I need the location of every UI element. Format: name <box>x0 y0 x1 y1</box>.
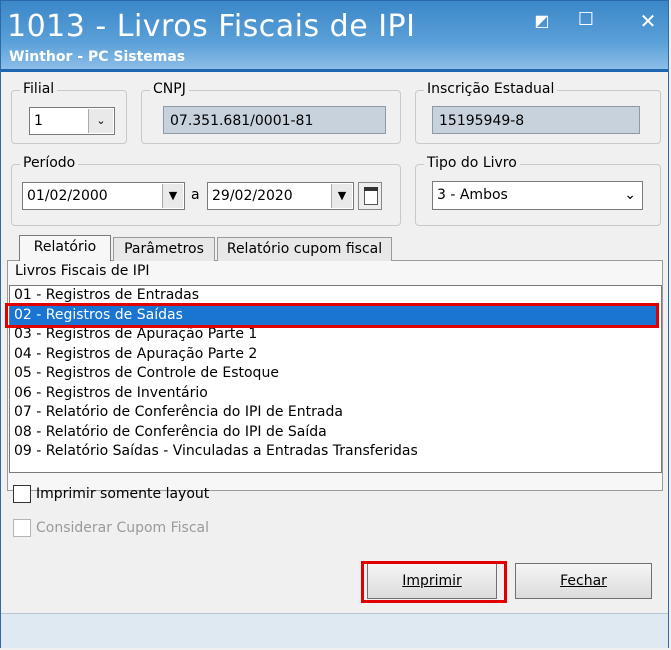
window-title: 1013 - Livros Fiscais de IPI <box>7 9 416 44</box>
tab-relatorio-cupom-fiscal[interactable]: Relatório cupom fiscal <box>217 237 392 261</box>
cnpj-label: CNPJ <box>150 81 189 97</box>
list-item[interactable]: 07 - Relatório de Conferência do IPI de … <box>10 403 659 423</box>
considerar-cupom-label: Considerar Cupom Fiscal <box>36 520 210 536</box>
checkbox-icon[interactable] <box>13 485 31 503</box>
chevron-down-icon[interactable]: ⌄ <box>624 182 636 208</box>
window-subtitle: Winthor - PC Sistemas <box>9 49 186 65</box>
periodo-end-value: 29/02/2020 <box>212 188 293 204</box>
title-bar: 1013 - Livros Fiscais de IPI Winthor - P… <box>1 1 668 69</box>
title-separator <box>1 69 668 72</box>
tipo-livro-value: 3 - Ambos <box>437 187 508 203</box>
selection-highlight-box <box>5 303 659 328</box>
status-bar <box>1 613 668 648</box>
cnpj-field: 07.351.681/0001-81 <box>163 106 386 134</box>
periodo-label: Período <box>20 155 79 171</box>
fechar-button[interactable]: Fechar <box>515 563 652 599</box>
periodo-separator: a <box>191 187 200 203</box>
dropdown-arrow-icon[interactable]: ▼ <box>162 184 183 208</box>
maximize-icon[interactable]: ☐ <box>573 7 599 33</box>
filial-value: 1 <box>34 113 43 129</box>
fechar-label: Fechar <box>560 573 607 589</box>
imprimir-layout-checkbox[interactable]: Imprimir somente layout <box>13 485 209 503</box>
inscricao-label: Inscrição Estadual <box>424 81 558 97</box>
tab-relatorio[interactable]: Relatório <box>19 235 111 261</box>
livros-label: Livros Fiscais de IPI <box>15 263 150 279</box>
filial-select[interactable]: 1 ⌄ <box>29 107 115 135</box>
tipo-livro-label: Tipo do Livro <box>424 155 520 171</box>
imprimir-layout-label: Imprimir somente layout <box>36 486 210 502</box>
dropdown-arrow-icon[interactable]: ▼ <box>331 184 352 208</box>
list-item[interactable]: 04 - Registros de Apuração Parte 2 <box>10 345 659 365</box>
considerar-cupom-checkbox: Considerar Cupom Fiscal <box>13 519 209 537</box>
periodo-end-field[interactable]: 29/02/2020 ▼ <box>207 182 354 210</box>
checkbox-icon <box>13 519 31 537</box>
calendar-icon[interactable] <box>358 182 382 210</box>
inscricao-field: 15195949-8 <box>432 106 640 134</box>
chevron-down-icon[interactable]: ⌄ <box>88 109 113 133</box>
imprimir-highlight-box <box>361 561 507 603</box>
list-item[interactable]: 06 - Registros de Inventário <box>10 384 659 404</box>
restore-icon[interactable]: ◩ <box>531 11 553 31</box>
periodo-start-field[interactable]: 01/02/2000 ▼ <box>22 182 185 210</box>
filial-label: Filial <box>20 81 58 97</box>
list-item[interactable]: 05 - Registros de Controle de Estoque <box>10 364 659 384</box>
tipo-livro-select[interactable]: 3 - Ambos ⌄ <box>432 181 643 210</box>
main-window: 1013 - Livros Fiscais de IPI Winthor - P… <box>0 0 669 648</box>
tab-parametros[interactable]: Parâmetros <box>113 237 215 261</box>
list-item[interactable]: 09 - Relatório Saídas - Vinculadas a Ent… <box>10 442 659 462</box>
list-item[interactable]: 08 - Relatório de Conferência do IPI de … <box>10 423 659 443</box>
close-icon[interactable]: ✕ <box>637 11 659 31</box>
periodo-start-value: 01/02/2000 <box>27 188 108 204</box>
